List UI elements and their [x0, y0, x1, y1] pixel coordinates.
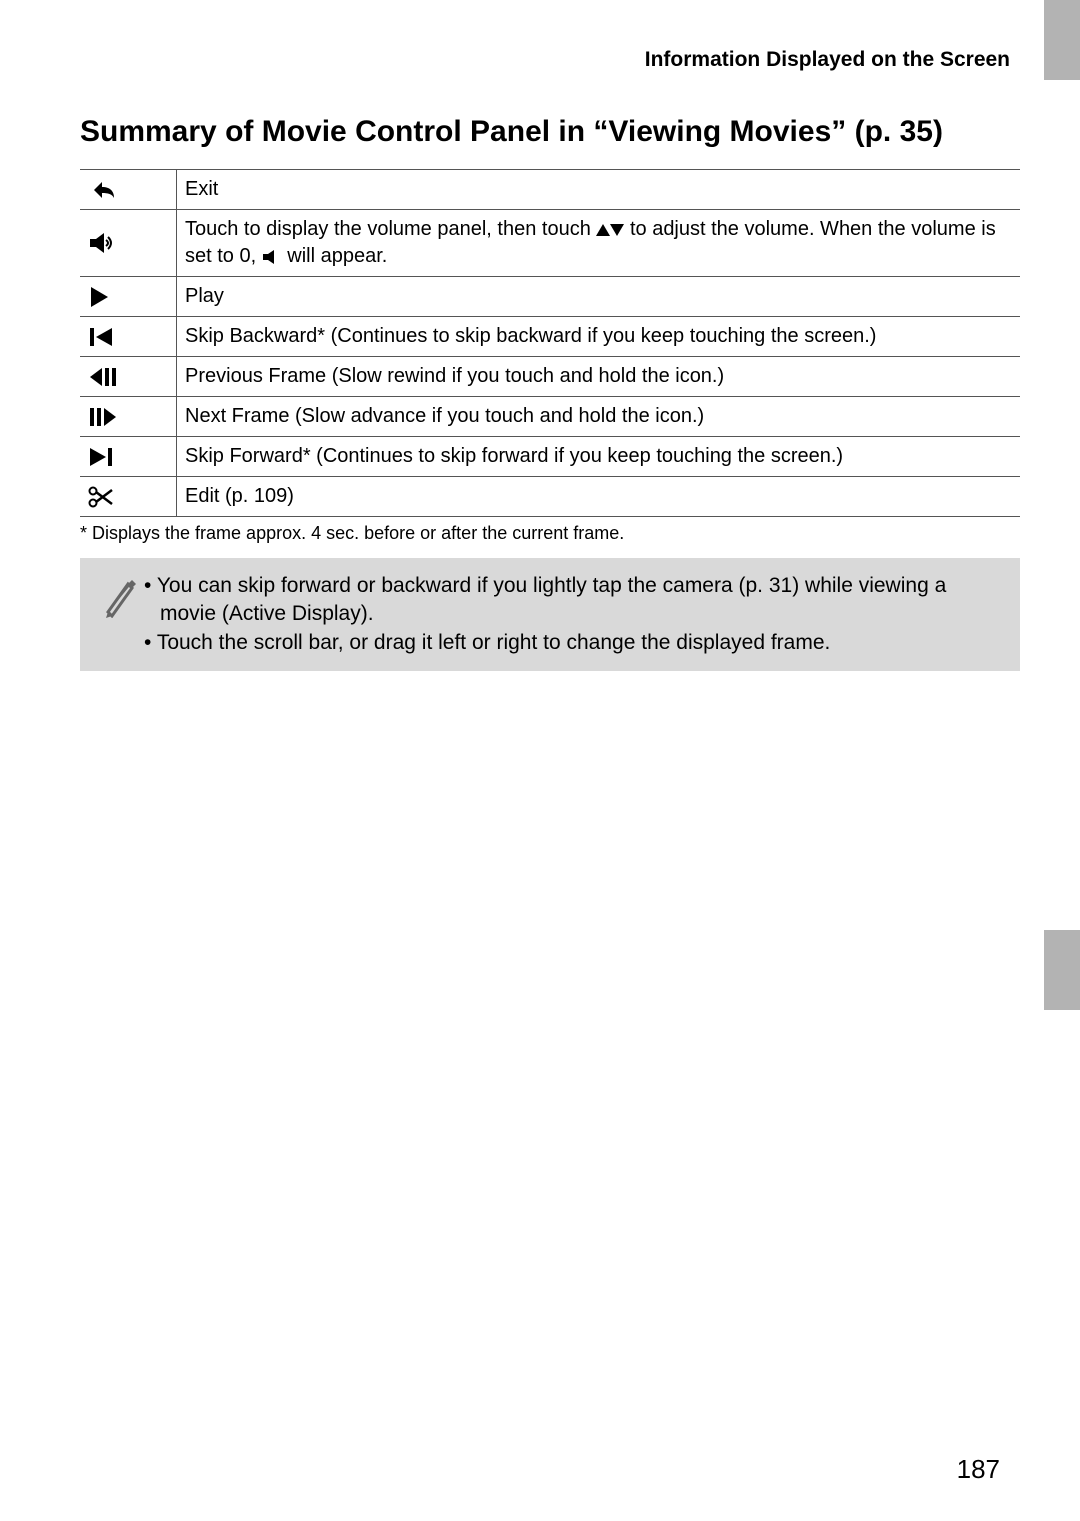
table-row: Skip Forward* (Continues to skip forward… [80, 437, 1020, 477]
mute-icon [262, 249, 282, 265]
volume-icon [88, 231, 168, 255]
frame-back-icon [88, 366, 168, 388]
thumb-tab-mid [1044, 930, 1080, 1010]
row-text: Touch to display the volume panel, then … [185, 218, 596, 240]
scissors-icon [88, 486, 168, 508]
bullet: • [144, 631, 157, 654]
row-text: Skip Forward* (Continues to skip forward… [185, 445, 843, 467]
row-text: Edit (p. 109) [185, 485, 294, 507]
table-row: Play [80, 277, 1020, 317]
table-row: Touch to display the volume panel, then … [80, 210, 1020, 277]
pencil-icon [102, 574, 136, 618]
section-heading: Summary of Movie Control Panel in “Viewi… [80, 112, 1020, 151]
bullet: • [144, 574, 157, 597]
row-text: will appear. [287, 245, 387, 267]
skip-back-icon [88, 326, 168, 348]
tip-box: • You can skip forward or backward if yo… [80, 558, 1020, 671]
table-row: Exit [80, 170, 1020, 210]
row-text: Exit [185, 178, 218, 200]
tip-text: Touch the scroll bar, or drag it left or… [157, 631, 831, 654]
row-text: Skip Backward* (Continues to skip backwa… [185, 325, 876, 347]
page-number: 187 [957, 1454, 1000, 1485]
table-row: Edit (p. 109) [80, 477, 1020, 517]
table-row: Next Frame (Slow advance if you touch an… [80, 397, 1020, 437]
row-text: Next Frame (Slow advance if you touch an… [185, 405, 704, 427]
control-panel-table: Exit Touch to display the volume panel, … [80, 169, 1020, 517]
table-row: Skip Backward* (Continues to skip backwa… [80, 317, 1020, 357]
footnote: * Displays the frame approx. 4 sec. befo… [80, 523, 1020, 544]
thumb-tab-top [1044, 0, 1080, 80]
running-head: Information Displayed on the Screen [80, 48, 1010, 72]
row-text: Previous Frame (Slow rewind if you touch… [185, 365, 724, 387]
return-icon [88, 178, 168, 202]
up-triangle-icon [596, 224, 610, 236]
tip-text: You can skip forward or backward if you … [157, 574, 946, 625]
play-icon [88, 285, 168, 309]
down-triangle-icon [610, 224, 624, 236]
skip-fwd-icon [88, 446, 168, 468]
frame-fwd-icon [88, 406, 168, 428]
table-row: Previous Frame (Slow rewind if you touch… [80, 357, 1020, 397]
row-text: Play [185, 285, 224, 307]
